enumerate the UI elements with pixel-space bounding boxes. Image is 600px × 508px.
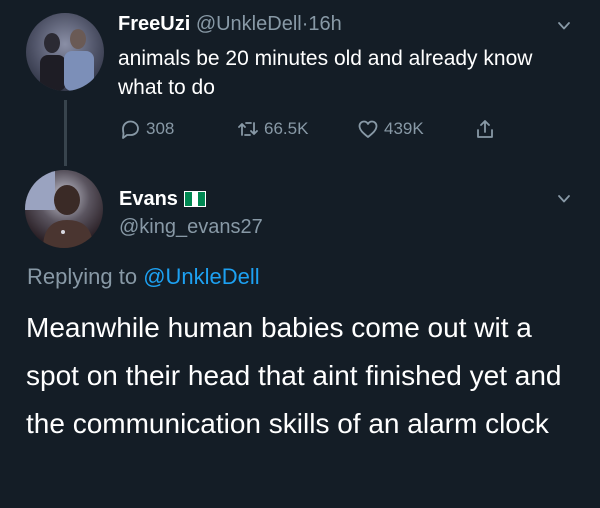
- replying-handle-link[interactable]: @UnkleDell: [143, 264, 259, 289]
- tweet-avatar[interactable]: [26, 13, 104, 91]
- reply-action[interactable]: 308: [118, 116, 174, 142]
- tweet-handle[interactable]: @UnkleDell: [196, 13, 302, 35]
- retweet-icon: [238, 122, 258, 136]
- share-action[interactable]: [473, 116, 497, 142]
- reply-display-name[interactable]: Evans: [119, 186, 178, 212]
- tweet-time[interactable]: 16h: [308, 13, 341, 35]
- tweet-header: FreeUzi @UnkleDell·16h: [118, 11, 342, 37]
- comment-icon: [122, 120, 139, 139]
- avatar-photo: [40, 29, 94, 91]
- avatar-photo: [25, 170, 93, 248]
- reply-avatar[interactable]: [25, 170, 103, 248]
- retweet-count: 66.5K: [264, 119, 309, 138]
- like-action[interactable]: 439K: [356, 116, 424, 142]
- flag-icon: [183, 191, 206, 207]
- reply-author: Evans: [119, 186, 206, 212]
- heart-icon: [358, 120, 378, 138]
- replying-to: Replying to @UnkleDell: [27, 262, 260, 292]
- chevron-down-icon[interactable]: [557, 192, 571, 206]
- reply-text: Meanwhile human babies come out wit a sp…: [26, 312, 562, 439]
- tweet-display-name[interactable]: FreeUzi: [118, 13, 190, 35]
- reply-handle[interactable]: @king_evans27: [119, 214, 263, 240]
- replying-label: Replying to: [27, 264, 138, 289]
- retweet-action[interactable]: 66.5K: [236, 116, 308, 142]
- chevron-down-icon[interactable]: [557, 19, 571, 33]
- share-icon: [477, 120, 493, 138]
- like-count: 439K: [384, 119, 424, 138]
- reply-count: 308: [146, 119, 175, 138]
- tweet-text: animals be 20 minutes old and already kn…: [118, 47, 533, 99]
- thread-connector: [64, 100, 67, 166]
